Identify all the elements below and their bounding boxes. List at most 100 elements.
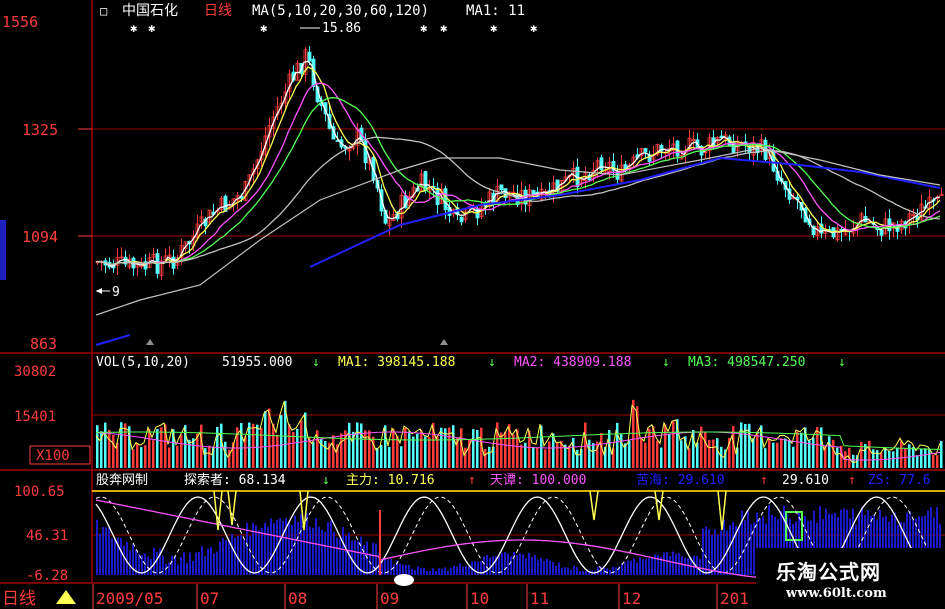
volume-bar (920, 448, 923, 468)
volume-bar (488, 446, 491, 468)
indicator-bar (543, 561, 545, 575)
volume-bar (484, 448, 487, 468)
volume-bar (816, 427, 819, 468)
volume-bar (916, 455, 919, 468)
indicator-bar (624, 562, 626, 575)
time-axis-label: 07 (200, 589, 219, 608)
indicator-bar (711, 534, 713, 575)
volume-bar (96, 425, 99, 468)
indicator-bar (213, 553, 215, 575)
indicator-bar (171, 555, 173, 575)
indicator-kuhai-value: 29.610 (782, 473, 829, 488)
indicator-bar (249, 535, 251, 575)
volume-bar (248, 422, 251, 468)
period-button-label[interactable]: 日线 (2, 589, 36, 609)
indicator-bar (723, 519, 725, 575)
indicator-bar (288, 521, 290, 575)
time-axis-label: 2009/05 (96, 589, 163, 608)
indicator-bar (444, 567, 446, 575)
indicator-bar (219, 541, 221, 575)
indicator-bar (435, 571, 437, 575)
indicator-bar (633, 558, 635, 575)
indicator-bar (186, 563, 188, 575)
time-axis-label: 08 (288, 589, 307, 608)
indicator-bar (399, 563, 401, 575)
time-axis-label: 12 (622, 589, 641, 608)
volume-bar (152, 440, 155, 468)
volume-bar (544, 449, 547, 468)
volume-bar (780, 438, 783, 468)
volume-bar (884, 447, 887, 468)
time-axis-label: 11 (530, 589, 549, 608)
period-label: 日线 (204, 3, 232, 19)
candle-body (459, 216, 464, 223)
indicator-panel-header: 股奔网制 探索者: 68.134 ↓ 主力: 10.716 ↑ 天谭: 100.… (96, 472, 931, 488)
indicator-bar (108, 527, 110, 575)
indicator-bar (147, 556, 149, 575)
indicator-bar (516, 555, 518, 575)
volume-bar (872, 449, 875, 468)
volume-bar (600, 433, 603, 468)
volume-bar (104, 422, 107, 468)
period-dropdown-triangle-icon[interactable] (56, 590, 76, 604)
candle-body (599, 157, 604, 171)
candle-body (499, 184, 504, 191)
volume-bar (396, 436, 399, 468)
indicator-bar (345, 535, 347, 575)
volume-bar (716, 438, 719, 468)
volume-bar (752, 438, 755, 468)
indicator-bar (645, 559, 647, 575)
indicator-bar (339, 538, 341, 575)
indicator-bar (234, 537, 236, 575)
indicator-bar (363, 544, 365, 575)
volume-bar (640, 437, 643, 468)
indicator-bar (606, 568, 608, 575)
volume-bar (140, 447, 143, 468)
kuhai-value-up-arrow: ↑ (848, 473, 856, 488)
signal-marker-icon: ✱ (260, 21, 267, 35)
stock-chart-canvas[interactable]: 1556 1325 1094 863 30802 15401 X100 100.… (0, 0, 945, 609)
indicator-bar (753, 522, 755, 575)
indicator-kuhai: 苦海: 29.610 (636, 472, 725, 488)
volume-bar (656, 440, 659, 468)
volume-bar (648, 428, 651, 468)
indicator-bar (228, 540, 230, 575)
indicator-zs: ZS: 77.6 (868, 473, 931, 488)
volume-bar (148, 428, 151, 468)
volume-bar (204, 448, 207, 468)
indicator-bar (459, 563, 461, 575)
volume-bar (500, 432, 503, 468)
indicator-bar (465, 566, 467, 575)
indicator-bar (450, 567, 452, 575)
volume-bar (276, 434, 279, 468)
indicator-bar (324, 531, 326, 575)
volume-bar (620, 434, 623, 468)
ma-params: MA(5,10,20,30,60,120) (252, 3, 429, 19)
volume-bar (392, 428, 395, 468)
volume-bar (132, 449, 135, 468)
indicator-bar (96, 519, 98, 575)
indicator-bar (414, 570, 416, 575)
volume-bar (400, 446, 403, 468)
indicator-bar (447, 570, 449, 575)
indicator-bar (417, 566, 419, 575)
volume-indicator-name: VOL(5,10,20) (96, 355, 190, 370)
volume-bar (260, 427, 263, 468)
indicator-bar (330, 520, 332, 575)
indicator-bar (630, 560, 632, 575)
window-icon[interactable]: □ (100, 4, 107, 18)
event-marker-icon[interactable] (394, 574, 414, 586)
volume-bar (208, 445, 211, 468)
indicator-bar (192, 560, 194, 575)
ma1-value: MA1: 11 (466, 3, 525, 19)
indicator-bar (684, 557, 686, 575)
volume-bar (536, 448, 539, 468)
left-edge-selector[interactable] (0, 220, 6, 280)
volume-bar (404, 427, 407, 468)
stock-chart-window[interactable]: 1556 1325 1094 863 30802 15401 X100 100.… (0, 0, 945, 609)
volume-bar (688, 448, 691, 468)
indicator-bar (546, 558, 548, 575)
volume-bar (788, 440, 791, 468)
indicator-bar (336, 537, 338, 575)
volume-bar (436, 436, 439, 468)
